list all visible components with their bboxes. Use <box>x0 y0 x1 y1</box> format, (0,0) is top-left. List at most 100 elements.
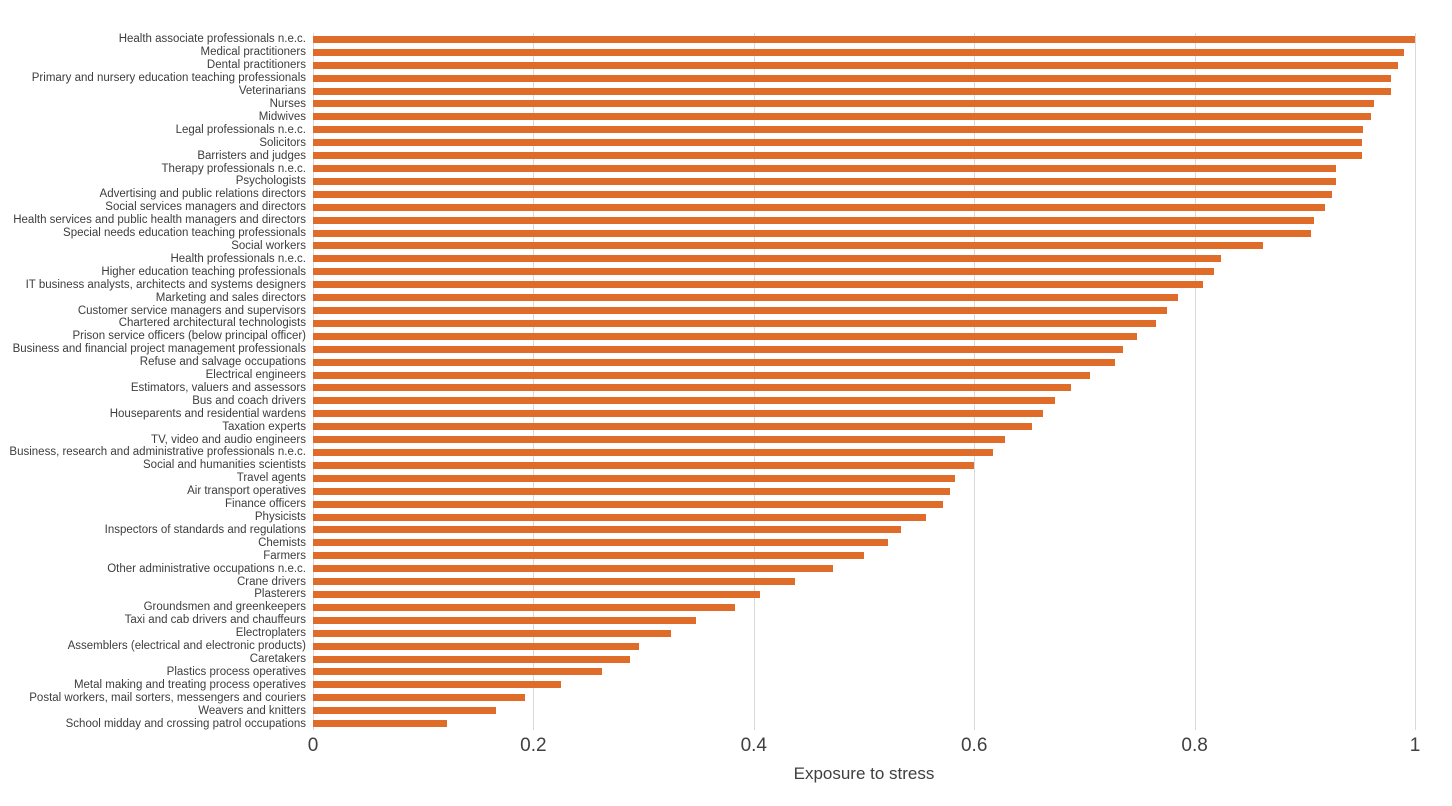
bar[interactable] <box>313 487 950 495</box>
x-axis-tick-label: 0.8 <box>1181 735 1208 756</box>
bar[interactable] <box>313 461 975 469</box>
bar[interactable] <box>313 590 761 598</box>
bar[interactable] <box>313 720 448 728</box>
bar-row <box>313 575 1415 588</box>
bar[interactable] <box>313 526 902 534</box>
bar[interactable] <box>313 513 926 521</box>
bar[interactable] <box>313 565 834 573</box>
bar[interactable] <box>313 474 956 482</box>
bar-row <box>313 627 1415 640</box>
bar-row <box>313 382 1415 395</box>
category-label: School midday and crossing patrol occupa… <box>65 717 306 730</box>
bar[interactable] <box>313 48 1404 56</box>
bar-row <box>313 330 1415 343</box>
bar[interactable] <box>313 358 1116 366</box>
bar-row <box>313 704 1415 717</box>
bar[interactable] <box>313 307 1168 314</box>
bar[interactable] <box>313 500 944 508</box>
bar[interactable] <box>313 268 1215 276</box>
category-label: Farmers <box>263 549 306 562</box>
bar[interactable] <box>313 629 672 637</box>
x-axis-tick-label: 0.4 <box>740 735 768 756</box>
bar-row <box>313 317 1415 330</box>
bar[interactable] <box>313 423 1032 431</box>
bar-row <box>313 678 1415 691</box>
bar[interactable] <box>313 177 1336 185</box>
category-label: Refuse and salvage occupations <box>139 356 306 369</box>
category-axis-labels: Health associate professionals n.e.c. Med… <box>0 33 306 730</box>
bar[interactable] <box>313 229 1312 237</box>
bar[interactable] <box>313 113 1371 121</box>
bar[interactable] <box>313 436 1006 444</box>
bar-row <box>313 717 1415 730</box>
bar[interactable] <box>313 397 1055 405</box>
bar[interactable] <box>313 410 1043 418</box>
bar[interactable] <box>313 371 1090 379</box>
bar[interactable] <box>313 35 1415 43</box>
category-label: Therapy professionals n.e.c. <box>161 162 306 175</box>
category-label: Physicists <box>254 511 306 524</box>
bar[interactable] <box>313 616 697 624</box>
bar[interactable] <box>313 242 1263 250</box>
bar[interactable] <box>313 126 1364 134</box>
bar-row <box>313 511 1415 524</box>
bar[interactable] <box>313 655 631 663</box>
bar-row <box>313 433 1415 446</box>
category-label: Weavers and knitters <box>198 704 306 717</box>
category-label: Chartered architectural technologists <box>118 317 306 330</box>
bar[interactable] <box>313 681 561 689</box>
bar[interactable] <box>313 345 1123 353</box>
bar[interactable] <box>313 203 1325 211</box>
bar-row <box>313 240 1415 253</box>
bar[interactable] <box>313 539 889 547</box>
category-label: Psychologists <box>235 175 306 188</box>
bar[interactable] <box>313 384 1072 392</box>
category-label: Assemblers (electrical and electronic pr… <box>67 640 306 653</box>
bar[interactable] <box>313 707 496 715</box>
bar[interactable] <box>313 139 1363 147</box>
bar-row <box>313 498 1415 511</box>
bar[interactable] <box>313 668 602 676</box>
bar-row <box>313 614 1415 627</box>
bar[interactable] <box>313 216 1314 224</box>
bar[interactable] <box>313 74 1391 82</box>
bar-row <box>313 588 1415 601</box>
category-label: Chemists <box>258 536 306 549</box>
category-label: Social and humanities scientists <box>143 459 306 472</box>
bar-row <box>313 188 1415 201</box>
bar-row <box>313 691 1415 704</box>
category-label: Estimators, valuers and assessors <box>130 381 306 394</box>
category-label: Special needs education teaching profess… <box>63 227 306 240</box>
category-label: Inspectors of standards and regulations <box>104 523 306 536</box>
bar[interactable] <box>313 578 795 586</box>
category-label: Social services managers and directors <box>105 201 306 214</box>
category-label: Health services and public health manage… <box>13 214 306 227</box>
bar[interactable] <box>313 190 1333 198</box>
bar[interactable] <box>313 694 525 702</box>
bar-row <box>313 665 1415 678</box>
category-label: Air transport operatives <box>187 485 306 498</box>
category-label: Business and financial project managemen… <box>12 343 306 356</box>
bar[interactable] <box>313 100 1375 108</box>
bar[interactable] <box>313 642 640 650</box>
category-label: Caretakers <box>249 653 306 665</box>
bar[interactable] <box>313 448 993 456</box>
bar[interactable] <box>313 255 1222 263</box>
bar[interactable] <box>313 152 1363 160</box>
category-label: Crane drivers <box>236 575 306 588</box>
bar[interactable] <box>313 294 1179 302</box>
bar[interactable] <box>313 61 1399 69</box>
bar-chart: Health associate professionals n.e.c. Med… <box>0 0 1452 806</box>
x-axis-title: Exposure to stress <box>793 764 935 783</box>
bar-row <box>313 175 1415 188</box>
bar-row <box>313 601 1415 614</box>
bar[interactable] <box>313 552 864 560</box>
bar[interactable] <box>313 603 736 611</box>
bar-row <box>313 59 1415 72</box>
bar[interactable] <box>313 281 1204 289</box>
bar-row <box>313 407 1415 420</box>
bar[interactable] <box>313 332 1138 340</box>
bar[interactable] <box>313 165 1336 173</box>
bar[interactable] <box>313 87 1391 95</box>
bar[interactable] <box>313 319 1157 327</box>
